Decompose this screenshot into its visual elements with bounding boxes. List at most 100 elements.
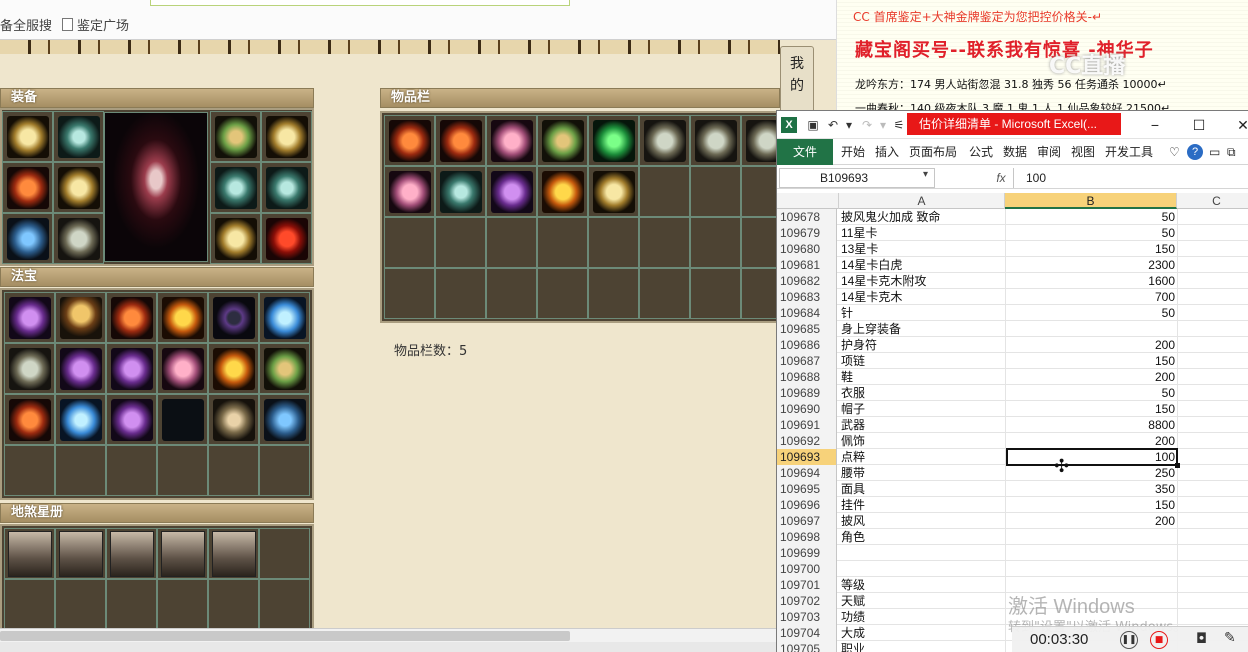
disha-slot[interactable] [55,579,106,630]
address-bar[interactable] [150,0,570,6]
bag-slot[interactable] [486,166,537,217]
bag-slot[interactable] [588,268,639,319]
select-all-corner[interactable] [777,193,839,209]
cell-a[interactable]: 面具 [841,481,1005,497]
fabao-slot[interactable] [157,394,208,445]
undo-icon[interactable]: ↶ [825,117,841,133]
disha-slot[interactable] [4,528,55,579]
row-number[interactable]: 109689 [777,385,837,401]
disha-slot[interactable] [259,579,310,630]
bag-slot[interactable] [639,268,690,319]
row-number[interactable]: 109704 [777,625,837,641]
horizontal-scrollbar[interactable] [0,628,780,642]
chevron-down-icon[interactable]: ▾ [923,169,928,180]
pause-icon[interactable]: ❚❚ [1120,631,1138,649]
equip-slot[interactable] [261,162,312,213]
row-number[interactable]: 109693 [777,449,837,465]
scroll-thumb[interactable] [0,631,570,641]
cell-b[interactable]: 50 [1007,225,1177,241]
fabao-slot[interactable] [208,343,259,394]
help-icon[interactable]: ? [1187,144,1203,160]
equip-slot[interactable] [2,213,53,264]
cell-b[interactable]: 50 [1007,385,1177,401]
fill-handle[interactable] [1175,463,1180,468]
bag-slot[interactable] [537,115,588,166]
row-number[interactable]: 109681 [777,257,837,273]
tab-developer[interactable]: 开发工具 [1105,139,1153,165]
tab-insert[interactable]: 插入 [875,139,899,165]
row-number[interactable]: 109702 [777,593,837,609]
column-header-c[interactable]: C [1177,193,1248,209]
cell-b[interactable]: 200 [1007,433,1177,449]
cell-a[interactable]: 角色 [841,529,1005,545]
row-number[interactable]: 109690 [777,401,837,417]
row-number[interactable]: 109694 [777,465,837,481]
cell-b[interactable]: 50 [1007,305,1177,321]
cell-b[interactable]: 150 [1007,353,1177,369]
cell-a[interactable]: 点粹 [841,449,1005,465]
bookmark-item[interactable]: 备全服搜 [0,15,52,34]
cell-b[interactable]: 8800 [1007,417,1177,433]
cell-b[interactable]: 250 [1007,465,1177,481]
cell-a[interactable]: 14星卡白虎 [841,257,1005,273]
bag-slot[interactable] [486,217,537,268]
cell-a[interactable]: 鞋 [841,369,1005,385]
equip-slot[interactable] [210,111,261,162]
disha-slot[interactable] [208,528,259,579]
disha-slot[interactable] [106,528,157,579]
row-number[interactable]: 109703 [777,609,837,625]
equip-slot[interactable] [53,111,104,162]
cell-a[interactable]: 针 [841,305,1005,321]
active-cell[interactable] [1006,448,1180,468]
fabao-slot[interactable] [55,343,106,394]
my-tab[interactable]: 我的 [780,46,814,116]
fx-icon[interactable]: fx [991,168,1011,188]
fabao-slot[interactable] [157,445,208,496]
fabao-slot[interactable] [157,343,208,394]
close-icon[interactable]: ✕ [1231,115,1248,135]
cell-b[interactable]: 200 [1007,369,1177,385]
equip-slot[interactable] [53,213,104,264]
cell-a[interactable]: 佩饰 [841,433,1005,449]
tab-view[interactable]: 视图 [1071,139,1095,165]
dropdown-icon[interactable]: ▾ [841,117,857,133]
fabao-slot[interactable] [208,292,259,343]
redo-icon[interactable]: ↷ [859,117,875,133]
customize-icon[interactable]: ⚟ [891,117,907,133]
bag-slot[interactable] [690,217,741,268]
equip-slot[interactable] [2,162,53,213]
cell-a[interactable]: 挂件 [841,497,1005,513]
row-number[interactable]: 109698 [777,529,837,545]
cell-a[interactable]: 武器 [841,417,1005,433]
disha-slot[interactable] [4,579,55,630]
fabao-slot[interactable] [106,394,157,445]
bag-slot[interactable] [486,115,537,166]
bag-slot[interactable] [690,115,741,166]
cell-b[interactable]: 150 [1007,401,1177,417]
row-number[interactable]: 109679 [777,225,837,241]
fabao-slot[interactable] [259,445,310,496]
bag-slot[interactable] [435,268,486,319]
disha-slot[interactable] [106,579,157,630]
bag-slot[interactable] [384,268,435,319]
cell-b[interactable]: 700 [1007,289,1177,305]
fabao-slot[interactable] [208,445,259,496]
bag-slot[interactable] [384,217,435,268]
formula-input[interactable]: 100 [1013,168,1248,188]
minimize-icon[interactable]: − [1143,115,1167,135]
cell-b[interactable]: 50 [1007,209,1177,225]
cell-b[interactable]: 150 [1007,241,1177,257]
disha-slot[interactable] [259,528,310,579]
tab-review[interactable]: 审阅 [1037,139,1061,165]
fabao-slot[interactable] [55,445,106,496]
tab-page-layout[interactable]: 页面布局 [909,139,957,165]
row-number[interactable]: 109692 [777,433,837,449]
disha-slot[interactable] [208,579,259,630]
equip-slot[interactable] [261,111,312,162]
bag-slot[interactable] [639,115,690,166]
row-number[interactable]: 109686 [777,337,837,353]
equip-slot[interactable] [210,162,261,213]
cell-b[interactable]: 2300 [1007,257,1177,273]
bag-slot[interactable] [690,268,741,319]
disha-slot[interactable] [157,528,208,579]
